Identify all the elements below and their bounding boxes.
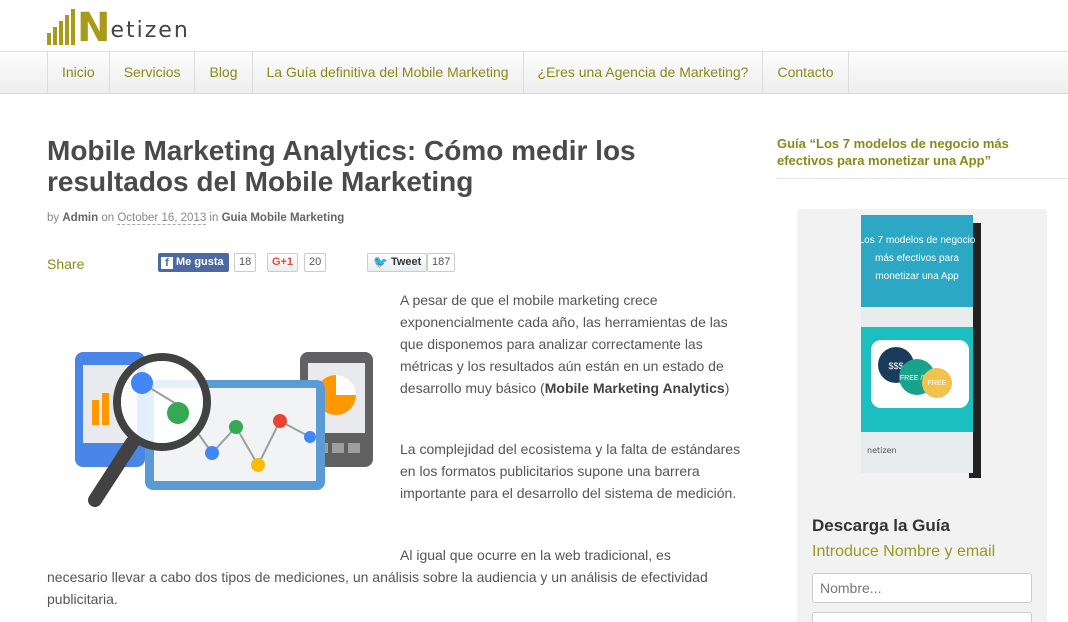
email-field[interactable] [812, 612, 1032, 622]
main-navbar: Inicio Servicios Blog La Guía definitiva… [0, 51, 1068, 94]
main-nav: Inicio Servicios Blog La Guía definitiva… [47, 52, 849, 93]
p1-bold: Mobile Marketing Analytics [544, 380, 725, 396]
facebook-like-label: Me gusta [176, 256, 224, 268]
author-link[interactable]: Admin [62, 212, 98, 224]
nav-item-inicio[interactable]: Inicio [48, 52, 110, 93]
p1-end: ) [724, 380, 730, 396]
book-brand: netizen [867, 446, 897, 455]
article-paragraph-3-start: Al igual que ocurre en la web tradiciona… [400, 547, 671, 563]
ebook-cover-image[interactable]: Los 7 modelos de negocio más efectivos p… [861, 215, 981, 480]
site-logo[interactable]: N etizen [47, 5, 190, 51]
article-paragraph-3-rest: necesario llevar a cabo dos tipos de med… [47, 569, 708, 607]
book-title-line-3: monetizar una App [875, 271, 959, 282]
gplus-count: 20 [304, 253, 327, 272]
tweet-label: Tweet [390, 256, 422, 268]
byline-by: by [47, 212, 60, 224]
nav-item-agencia[interactable]: ¿Eres una Agencia de Marketing? [524, 52, 764, 93]
gplus-button[interactable]: G+1 [267, 253, 298, 272]
twitter-bird-icon: 🐦 [373, 255, 388, 269]
post-date: October 16, 2013 [117, 212, 207, 225]
name-field[interactable] [812, 573, 1032, 603]
facebook-icon: f [161, 256, 173, 269]
tweet-count: 187 [427, 253, 456, 272]
tweet-button[interactable]: 🐦 Tweet [367, 253, 428, 272]
book-title-line-1: Los 7 modelos de negocio [861, 235, 976, 246]
nav-item-guia[interactable]: La Guía definitiva del Mobile Marketing [253, 52, 524, 93]
download-title: Descarga la Guía [812, 516, 950, 535]
logo-text: etizen [110, 18, 190, 43]
article-paragraph-2: La complejidad del ecosistema y la falta… [400, 441, 741, 501]
article-byline: by Admin on October 16, 2013 in Guia Mob… [47, 212, 345, 225]
download-subtitle: Introduce Nombre y email [812, 543, 996, 560]
facebook-count: 18 [234, 253, 257, 272]
logo-mark: N [77, 5, 111, 51]
sidebar-guide-link[interactable]: Guía “Los 7 modelos de negocio más efect… [777, 135, 1047, 169]
facebook-like-button[interactable]: f Me gusta [158, 253, 229, 272]
category-link[interactable]: Guia Mobile Marketing [222, 212, 345, 224]
nav-item-servicios[interactable]: Servicios [110, 52, 196, 93]
analytics-illustration [75, 352, 373, 507]
article-title: Mobile Marketing Analytics: Cómo medir l… [47, 135, 636, 197]
nav-item-blog[interactable]: Blog [195, 52, 253, 93]
share-label: Share [47, 256, 85, 272]
nav-item-contacto[interactable]: Contacto [763, 52, 849, 93]
byline-in: in [209, 212, 219, 224]
book-title-line-2: más efectivos para [875, 253, 959, 264]
book-badge-3: FREE [928, 380, 947, 387]
article-paragraph-1: A pesar de que el mobile marketing crece… [400, 289, 745, 399]
logo-bars-icon [47, 7, 75, 45]
sidebar-divider [777, 178, 1068, 179]
byline-on: on [101, 212, 115, 224]
